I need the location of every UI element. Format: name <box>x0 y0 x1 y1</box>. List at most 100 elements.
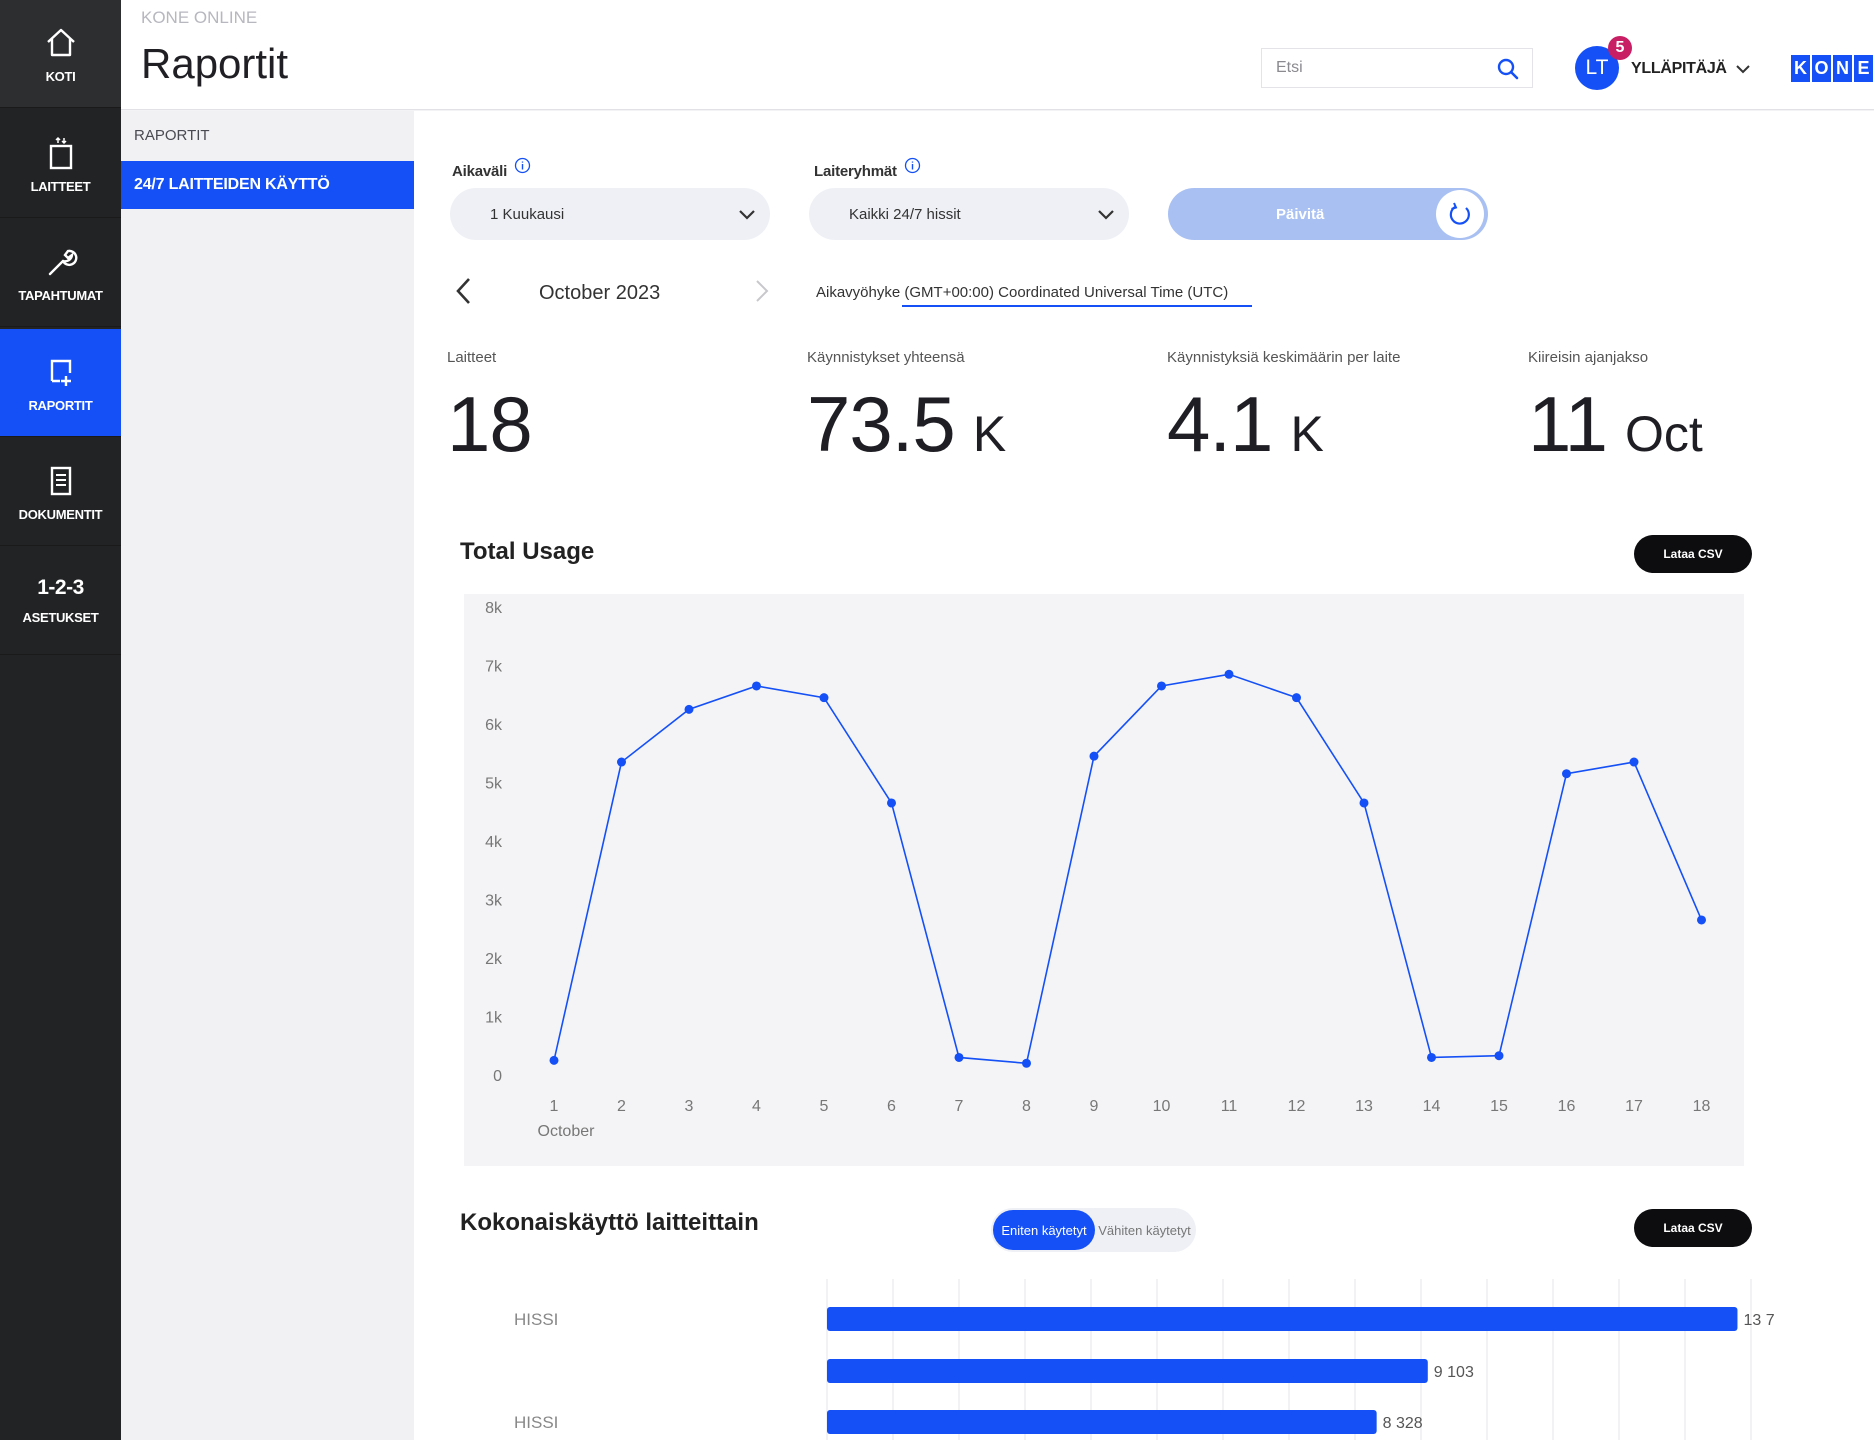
x-tick-label: 11 <box>1221 1098 1238 1115</box>
nav-item-reports[interactable]: RAPORTIT <box>0 329 121 437</box>
bar <box>827 1410 1377 1434</box>
x-tick-label: 4 <box>752 1098 761 1115</box>
kpi-number: 18 <box>447 380 533 468</box>
download-csv-button[interactable]: Lataa CSV <box>1634 535 1752 573</box>
wrench-icon <box>41 242 81 282</box>
line-chart-svg: 01k2k3k4k5k6k7k8k1 2 3 4 5 6 7 8 9 10 11 12 13 14 15 16… <box>485 600 1711 1140</box>
main-nav: KOTI LAITTEET TAPAHTUMAT RAPORTIT DOKUME… <box>0 0 121 1440</box>
data-point <box>549 1055 559 1065</box>
chevron-down-icon <box>1097 207 1115 225</box>
group-select[interactable]: Kaikki 24/7 hissit <box>809 188 1129 240</box>
usage-toggle: Eniten käytetyt Vähiten käytetyt <box>991 1208 1196 1252</box>
kpi-value-devices: 18 <box>447 379 550 470</box>
chevron-down-icon[interactable] <box>1735 62 1751 80</box>
nav-label: RAPORTIT <box>28 398 93 413</box>
main-content: Aikaväli 1 Kuukausi Laiteryhmät Kaikki 2… <box>414 111 1874 1440</box>
notification-badge[interactable]: 5 <box>1608 36 1632 60</box>
group-label-text: Laiteryhmät <box>814 163 897 180</box>
search-icon[interactable] <box>1496 57 1520 86</box>
settings-number-icon: 1-2-3 <box>37 576 84 599</box>
timezone-label[interactable]: Aikavyöhyke (GMT+00:00) Coordinated Univ… <box>816 284 1228 301</box>
page-title: Raportit <box>141 40 289 87</box>
bar-category-label: HISSI <box>514 1413 558 1432</box>
search-box <box>1261 48 1533 88</box>
data-point <box>1562 769 1571 779</box>
chevron-right-icon[interactable] <box>754 278 770 309</box>
y-tick-label: 3k <box>485 893 503 910</box>
x-tick-label: 18 <box>1693 1098 1711 1115</box>
x-sublabel: October <box>538 1123 596 1140</box>
y-tick-label: 2k <box>485 951 503 968</box>
x-tick-label: 5 <box>820 1098 829 1115</box>
info-icon[interactable] <box>904 157 921 178</box>
subnav-item-device-usage[interactable]: 24/7 LAITTEIDEN KÄYTTÖ <box>121 161 414 209</box>
kpi-label-avg-starts: Käynnistyksiä keskimäärin per laite <box>1167 349 1401 366</box>
x-tick-label: 6 <box>887 1098 896 1115</box>
data-point <box>819 693 829 703</box>
data-point <box>684 704 694 714</box>
data-point <box>1359 798 1369 808</box>
document-icon <box>41 461 81 501</box>
nav-item-events[interactable]: TAPAHTUMAT <box>0 219 121 327</box>
kpi-value-avg-starts: 4.1 K <box>1167 379 1324 470</box>
chevron-left-icon[interactable] <box>454 276 472 311</box>
download-csv-button[interactable]: Lataa CSV <box>1634 1209 1752 1247</box>
y-tick-label: 1k <box>485 1010 503 1027</box>
y-tick-label: 7k <box>485 659 503 676</box>
data-point <box>1292 693 1301 703</box>
x-tick-label: 7 <box>955 1098 964 1115</box>
subnav-heading: RAPORTIT <box>134 127 210 144</box>
nav-item-documents[interactable]: DOKUMENTIT <box>0 438 121 546</box>
home-icon <box>41 23 81 63</box>
kpi-label-total-starts: Käynnistykset yhteensä <box>807 349 965 366</box>
logo-letter: E <box>1854 55 1873 82</box>
x-tick-label: 17 <box>1625 1098 1643 1115</box>
x-tick-label: 9 <box>1090 1098 1099 1115</box>
chevron-down-icon <box>738 207 756 225</box>
search-input[interactable] <box>1274 58 1474 78</box>
data-point <box>752 681 761 691</box>
x-tick-label: 2 <box>617 1098 626 1115</box>
refresh-icon[interactable] <box>1436 190 1484 238</box>
nav-item-devices[interactable]: LAITTEET <box>0 110 121 218</box>
kpi-number: 73.5 <box>807 380 956 468</box>
data-point <box>1157 681 1166 691</box>
period-select[interactable]: 1 Kuukausi <box>450 188 770 240</box>
toggle-most-used[interactable]: Eniten käytetyt <box>993 1210 1095 1250</box>
data-point <box>1224 669 1234 679</box>
x-tick-label: 16 <box>1558 1098 1576 1115</box>
y-tick-label: 8k <box>485 600 503 617</box>
x-tick-label: 8 <box>1022 1098 1031 1115</box>
device-icon <box>41 133 81 173</box>
nav-item-settings[interactable]: 1-2-3 ASETUKSET <box>0 547 121 655</box>
logo-letter: N <box>1833 55 1852 82</box>
device-bar-chart-svg: 13 795 HISSI 9 103 8 328 HISSI <box>514 1279 1774 1440</box>
data-point <box>1089 751 1099 761</box>
reports-subnav: RAPORTIT 24/7 LAITTEIDEN KÄYTTÖ <box>121 111 424 1440</box>
data-point <box>887 798 896 808</box>
user-role-label[interactable]: YLLÄPITÄJÄ <box>1631 60 1727 78</box>
data-point <box>1697 915 1706 925</box>
nav-label: KOTI <box>45 69 76 84</box>
group-label: Laiteryhmät <box>814 157 921 180</box>
data-point <box>954 1052 964 1062</box>
kpi-unit: K <box>1290 406 1324 462</box>
x-tick-label: 1 <box>550 1098 559 1115</box>
y-tick-label: 4k <box>485 834 503 851</box>
info-icon[interactable] <box>514 157 531 178</box>
group-select-value: Kaikki 24/7 hissit <box>849 205 961 223</box>
nav-label: ASETUKSET <box>22 610 99 625</box>
series-line <box>553 673 1703 1065</box>
toggle-least-used[interactable]: Vähiten käytetyt <box>1095 1210 1194 1250</box>
bar-value-label: 13 795 <box>1743 1312 1774 1329</box>
bar-category-label: HISSI <box>514 1310 558 1329</box>
period-label-text: Aikaväli <box>452 163 508 180</box>
kpi-number: 4.1 <box>1167 380 1273 468</box>
x-tick-label: 14 <box>1423 1098 1441 1115</box>
total-usage-title: Total Usage <box>460 538 595 565</box>
nav-item-home[interactable]: KOTI <box>0 0 121 108</box>
kone-logo: K O N E <box>1791 55 1873 82</box>
period-label: Aikaväli <box>452 157 531 180</box>
logo-letter: K <box>1791 55 1810 82</box>
x-tick-label: 3 <box>685 1098 694 1115</box>
